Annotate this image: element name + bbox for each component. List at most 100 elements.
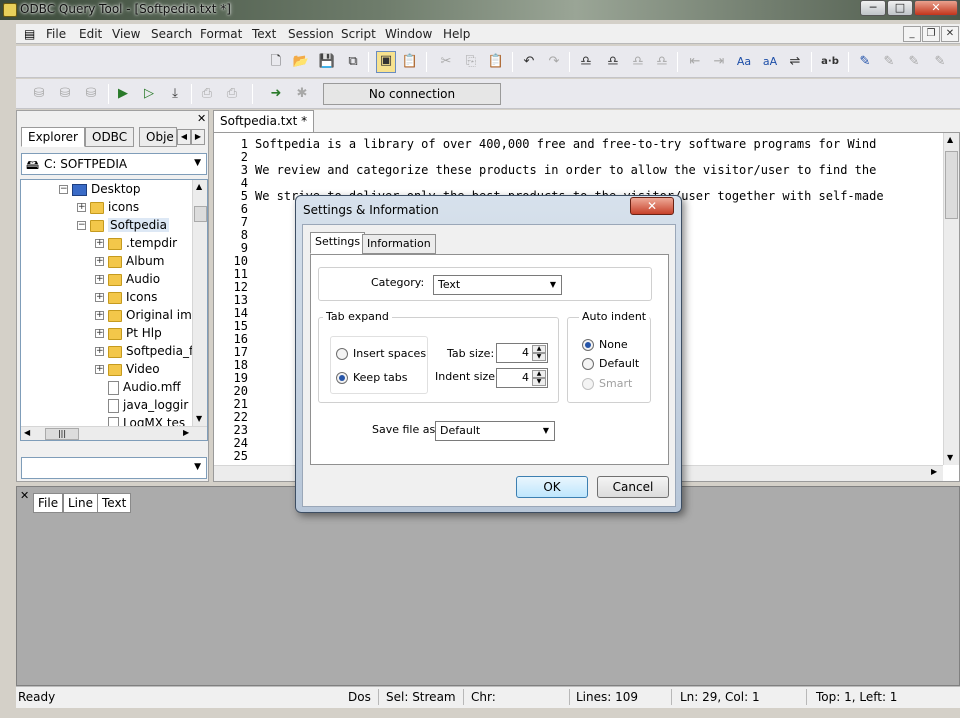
- scroll-down-icon[interactable]: ▼: [196, 414, 202, 423]
- menu-search[interactable]: Search: [151, 27, 192, 41]
- paste-toggle-icon[interactable]: ▣: [376, 51, 396, 73]
- paste-icon[interactable]: 📋: [487, 53, 505, 71]
- clipboard-icon[interactable]: 📋: [401, 53, 419, 71]
- ok-button[interactable]: OK: [516, 476, 588, 498]
- dialog-close-button[interactable]: ✕: [630, 197, 674, 215]
- commit-icon[interactable]: ⎙: [198, 85, 216, 103]
- menu-text[interactable]: Text: [252, 27, 276, 41]
- expand-icon[interactable]: +: [95, 293, 104, 302]
- tree-item-java-logging[interactable]: java_loggir: [108, 396, 188, 414]
- scroll-thumb[interactable]: |||: [45, 428, 79, 440]
- spin-down-icon[interactable]: ▼: [532, 353, 546, 361]
- maximize-button[interactable]: □: [887, 0, 913, 16]
- tab-information[interactable]: Information: [362, 234, 436, 254]
- menu-view[interactable]: View: [112, 27, 140, 41]
- find-prev-icon[interactable]: ♎: [653, 53, 671, 71]
- expand-icon[interactable]: +: [95, 329, 104, 338]
- tab-settings[interactable]: Settings: [310, 232, 366, 254]
- scroll-thumb[interactable]: [194, 206, 207, 222]
- tree-item-pthlp[interactable]: + Pt Hlp: [95, 324, 162, 342]
- expand-icon[interactable]: +: [95, 257, 104, 266]
- undo-icon[interactable]: ↶: [520, 53, 538, 71]
- tab-explorer[interactable]: Explorer: [21, 127, 85, 147]
- scroll-thumb[interactable]: [945, 151, 958, 219]
- expand-icon[interactable]: +: [95, 239, 104, 248]
- open-folder-icon[interactable]: 📂: [292, 53, 310, 71]
- scroll-up-icon[interactable]: ▲: [196, 182, 202, 191]
- save-icon[interactable]: 💾: [318, 53, 336, 71]
- tree-item-audio[interactable]: + Audio: [95, 270, 160, 288]
- tab-odbc[interactable]: ODBC: [85, 127, 135, 147]
- bookmark-icon[interactable]: ✎: [856, 53, 874, 71]
- expand-icon[interactable]: +: [95, 311, 104, 320]
- menu-edit[interactable]: Edit: [79, 27, 102, 41]
- menu-help[interactable]: Help: [443, 27, 470, 41]
- tab-text[interactable]: Text: [97, 493, 132, 513]
- mdi-close-button[interactable]: ✕: [941, 26, 959, 42]
- tab-scroll-right-icon[interactable]: ▶: [191, 129, 205, 145]
- tree-hscrollbar[interactable]: ◀ ||| ▶: [21, 426, 207, 440]
- refresh-connection-icon[interactable]: ⛁: [82, 85, 100, 103]
- outdent-icon[interactable]: ⇥: [710, 53, 728, 71]
- tree-item-video[interactable]: + Video: [95, 360, 160, 378]
- indent-none-radio[interactable]: [582, 339, 594, 351]
- connect-icon[interactable]: ⛁: [30, 85, 48, 103]
- wrap-icon[interactable]: ⇌: [786, 53, 804, 71]
- tab-scroll-left-icon[interactable]: ◀: [177, 129, 191, 145]
- mdi-restore-button[interactable]: ❐: [922, 26, 940, 42]
- save-all-icon[interactable]: ⧉: [344, 53, 362, 71]
- bookmark-prev-icon[interactable]: ✎: [905, 53, 923, 71]
- find-icon[interactable]: ♎: [577, 53, 595, 71]
- indent-default-label[interactable]: Default: [599, 357, 639, 370]
- scroll-right-icon[interactable]: ▶: [183, 428, 189, 437]
- tree-item-desktop[interactable]: − Desktop: [59, 180, 141, 198]
- tree-item-tempdir[interactable]: + .tempdir: [95, 234, 177, 252]
- minimize-button[interactable]: ─: [860, 0, 886, 16]
- menu-script[interactable]: Script: [341, 27, 376, 41]
- debug-icon[interactable]: ✱: [293, 85, 311, 103]
- collapse-icon[interactable]: −: [77, 221, 86, 230]
- spin-up-icon[interactable]: ▲: [532, 370, 546, 378]
- expand-icon[interactable]: +: [95, 365, 104, 374]
- tree-vscrollbar[interactable]: ▲ ▼: [192, 180, 207, 426]
- close-pane-icon[interactable]: ✕: [20, 489, 29, 502]
- tree-item-softpedia-f[interactable]: + Softpedia_f: [95, 342, 193, 360]
- replace-icon[interactable]: ♎: [604, 53, 622, 71]
- execute-script-icon[interactable]: ➜: [267, 85, 285, 103]
- indent-none-label[interactable]: None: [599, 338, 628, 351]
- close-pane-icon[interactable]: ✕: [197, 112, 206, 125]
- keep-tabs-radio[interactable]: [336, 372, 348, 384]
- find-next-icon[interactable]: ♎: [629, 53, 647, 71]
- indent-default-radio[interactable]: [582, 358, 594, 370]
- doc-icon[interactable]: ▤: [24, 27, 35, 41]
- run-query-icon[interactable]: ▶: [114, 85, 132, 103]
- tab-objects[interactable]: Obje: [139, 127, 177, 147]
- tree-item-icons-sub[interactable]: + Icons: [95, 288, 157, 306]
- menu-format[interactable]: Format: [200, 27, 242, 41]
- spin-up-icon[interactable]: ▲: [532, 345, 546, 353]
- tree-item-album[interactable]: + Album: [95, 252, 164, 270]
- stop-query-icon[interactable]: ⤓: [166, 85, 184, 103]
- cut-icon[interactable]: ✂: [437, 53, 455, 71]
- scroll-left-icon[interactable]: ◀: [24, 428, 30, 437]
- scroll-right-icon[interactable]: ▶: [931, 467, 937, 476]
- menu-window[interactable]: Window: [385, 27, 432, 41]
- tree-item-softpedia[interactable]: − Softpedia: [77, 216, 169, 234]
- tab-file[interactable]: File: [33, 493, 64, 513]
- rollback-icon[interactable]: ⎙: [223, 85, 241, 103]
- tree-item-icons[interactable]: + icons: [77, 198, 139, 216]
- expand-icon[interactable]: +: [95, 347, 104, 356]
- tree-item-original[interactable]: + Original im: [95, 306, 192, 324]
- tab-softpedia-txt[interactable]: Softpedia.txt *: [213, 110, 315, 132]
- scroll-down-icon[interactable]: ▼: [947, 453, 953, 462]
- menu-file[interactable]: File: [46, 27, 66, 41]
- scroll-up-icon[interactable]: ▲: [947, 135, 953, 144]
- editor-vscrollbar[interactable]: ▲ ▼: [943, 133, 959, 465]
- show-whitespace-icon[interactable]: a·b: [818, 53, 842, 71]
- bookmark-next-icon[interactable]: ✎: [880, 53, 898, 71]
- insert-spaces-radio[interactable]: [336, 348, 348, 360]
- disconnect-icon[interactable]: ⛁: [56, 85, 74, 103]
- expand-icon[interactable]: +: [95, 275, 104, 284]
- drive-select[interactable]: 🖴 C: SOFTPEDIA ▼: [21, 153, 207, 175]
- cancel-button[interactable]: Cancel: [597, 476, 669, 498]
